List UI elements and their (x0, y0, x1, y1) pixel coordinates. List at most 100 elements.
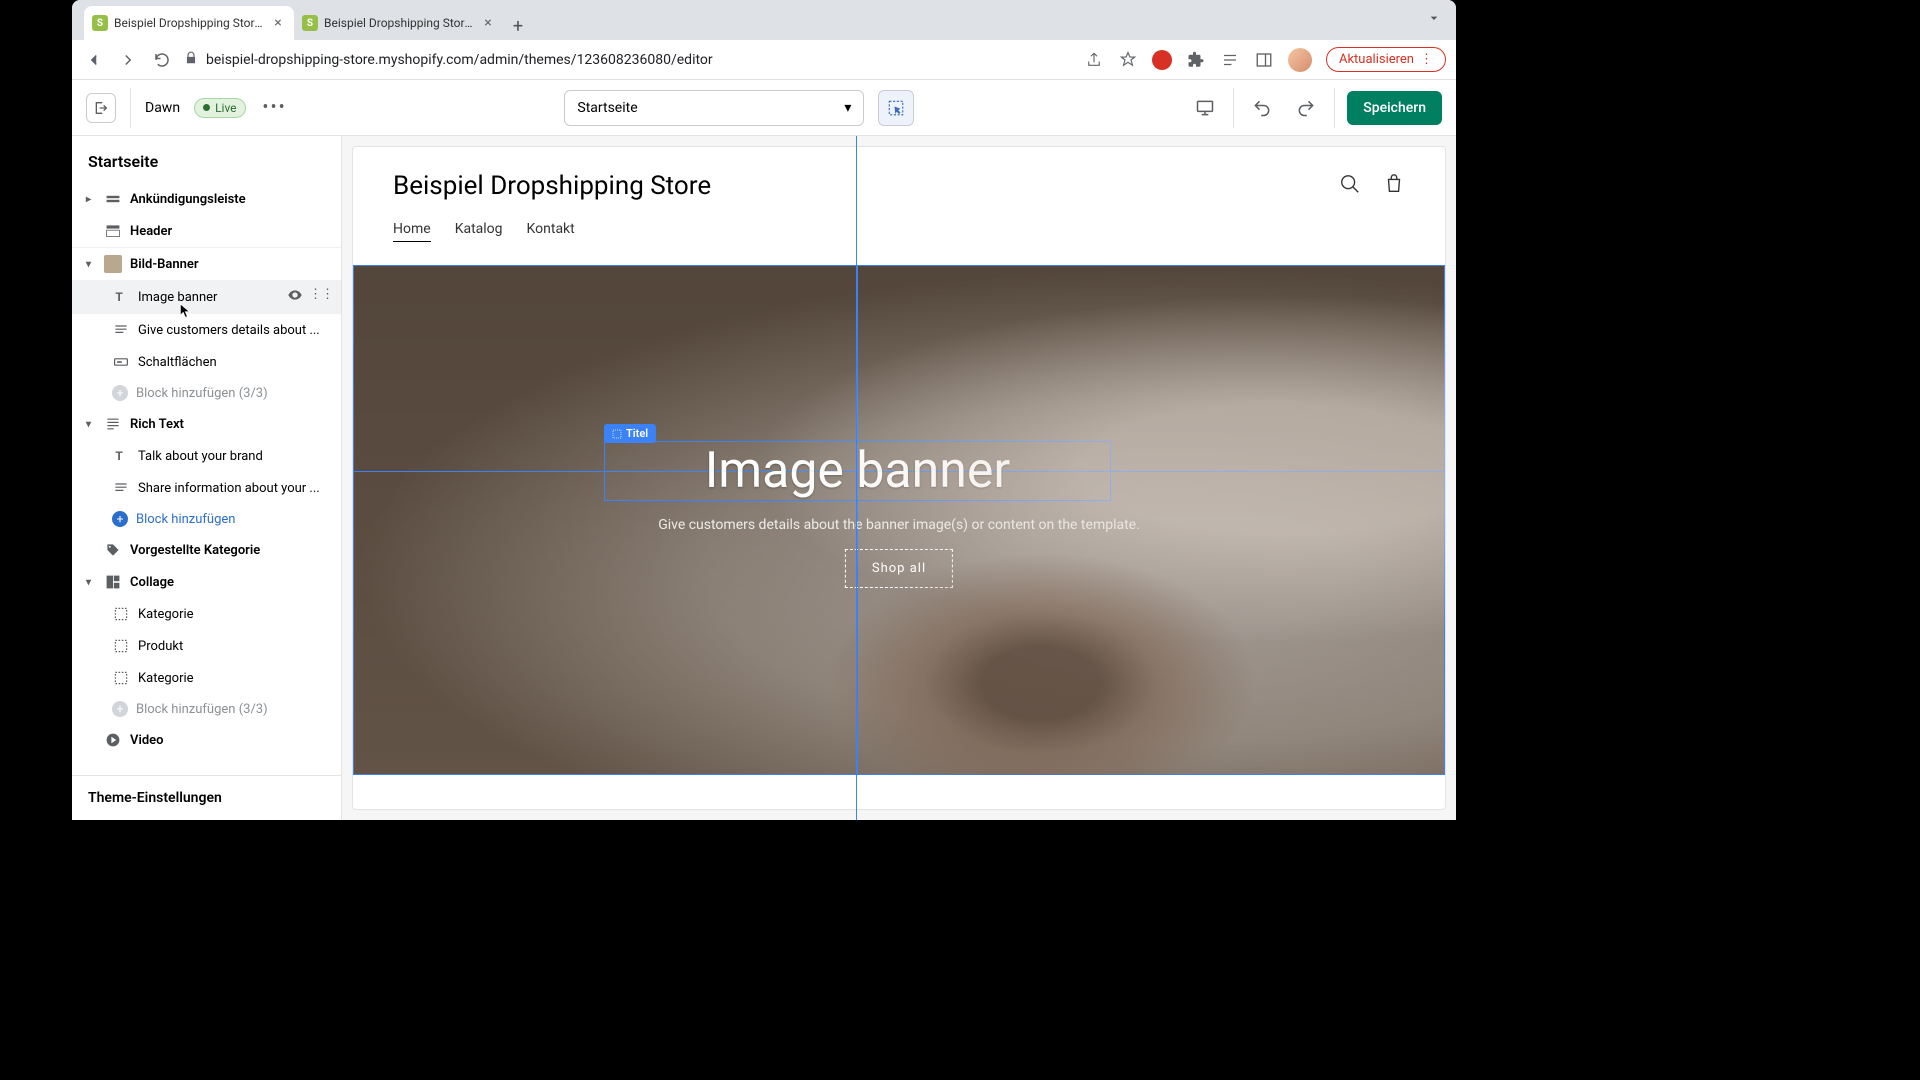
extensions-puzzle-icon[interactable] (1186, 50, 1206, 70)
section-image-banner[interactable]: ▾ Bild-Banner (72, 248, 341, 280)
share-icon[interactable] (1084, 50, 1104, 70)
add-block-disabled: + Block hinzufügen (3/3) (72, 694, 341, 724)
section-label: Bild-Banner (130, 257, 333, 272)
tag-icon (104, 541, 122, 559)
add-block-label: Block hinzufügen (136, 512, 333, 527)
tab-close-icon[interactable]: × (480, 15, 496, 31)
banner-title-selection[interactable]: Image banner (604, 441, 1111, 501)
add-block-label: Block hinzufügen (3/3) (136, 702, 333, 717)
lock-icon (184, 51, 198, 69)
block-rich-text-paragraph[interactable]: Share information about your ... (72, 472, 341, 504)
text-block-icon: T (112, 288, 130, 306)
selection-outline (353, 265, 1445, 775)
desktop-view-button[interactable] (1189, 92, 1221, 124)
exit-editor-button[interactable] (86, 93, 116, 123)
section-collage[interactable]: ▾ Collage (72, 566, 341, 598)
block-label: Image banner (138, 290, 279, 305)
block-label: Kategorie (138, 671, 333, 686)
section-header[interactable]: Header (72, 215, 341, 247)
chevron-down-icon: ▾ (844, 100, 851, 116)
live-status-badge: Live (194, 98, 245, 118)
inspector-toggle-button[interactable] (878, 90, 914, 126)
side-panel-icon[interactable] (1254, 50, 1274, 70)
browser-tab-strip: S Beispiel Dropshipping Store · D × S Be… (72, 0, 1456, 40)
cart-bag-icon[interactable] (1383, 173, 1405, 199)
browser-tab-inactive[interactable]: S Beispiel Dropshipping Store · E × (294, 6, 504, 40)
preview-canvas: Beispiel Dropshipping Store Home Katalog… (342, 136, 1456, 820)
shopify-favicon-icon: S (302, 15, 318, 31)
browser-update-button[interactable]: Aktualisieren ⋮ (1326, 47, 1446, 72)
chevron-right-icon[interactable]: ▸ (86, 194, 96, 205)
rich-text-icon (104, 415, 122, 433)
section-rich-text[interactable]: ▾ Rich Text (72, 408, 341, 440)
tab-close-icon[interactable]: × (270, 15, 286, 31)
add-block-button[interactable]: + Block hinzufügen (72, 504, 341, 534)
block-image-banner-text[interactable]: Give customers details about ... (72, 314, 341, 346)
new-tab-button[interactable]: + (504, 12, 532, 40)
block-collage-category[interactable]: Kategorie (72, 598, 341, 630)
divider (1334, 88, 1335, 128)
section-featured-collection[interactable]: Vorgestellte Kategorie (72, 534, 341, 566)
image-banner-section[interactable]: Titel Image banner Give customers detail… (353, 265, 1445, 775)
profile-avatar[interactable] (1288, 48, 1312, 72)
more-actions-button[interactable]: ••• (260, 93, 290, 123)
block-label: Talk about your brand (138, 449, 333, 464)
section-label: Video (130, 733, 333, 748)
block-collage-product[interactable]: Produkt (72, 630, 341, 662)
tab-title: Beispiel Dropshipping Store · E (324, 16, 474, 30)
chevron-down-icon[interactable]: ▾ (86, 419, 96, 430)
theme-settings-button[interactable]: Theme-Einstellungen (72, 775, 341, 820)
page-selector[interactable]: Startseite ▾ (564, 90, 864, 126)
nav-katalog[interactable]: Katalog (455, 221, 503, 242)
reading-list-icon[interactable] (1220, 50, 1240, 70)
browser-tab-active[interactable]: S Beispiel Dropshipping Store · D × (84, 6, 294, 40)
section-label: Ankündigungsleiste (130, 192, 333, 207)
chevron-down-icon[interactable]: ▾ (86, 259, 96, 270)
tabs-dropdown-icon[interactable] (1426, 10, 1442, 30)
banner-subtitle: Give customers details about the banner … (353, 517, 1445, 533)
extension-circle-icon[interactable] (1152, 50, 1172, 70)
visibility-eye-icon[interactable] (287, 287, 303, 307)
editor-toolbar: Dawn Live ••• Startseite ▾ Speichern (72, 80, 1456, 136)
section-video[interactable]: Video (72, 724, 341, 756)
theme-name: Dawn (145, 100, 180, 116)
block-collage-category-2[interactable]: Kategorie (72, 662, 341, 694)
banner-title: Image banner (705, 442, 1011, 500)
nav-kontakt[interactable]: Kontakt (527, 221, 575, 242)
section-icon (104, 190, 122, 208)
divider (130, 88, 131, 128)
image-icon (104, 255, 122, 273)
svg-text:T: T (115, 290, 123, 304)
search-icon[interactable] (1339, 173, 1361, 199)
tab-title: Beispiel Dropshipping Store · D (114, 16, 264, 30)
reload-button[interactable] (150, 48, 174, 72)
section-label: Collage (130, 575, 333, 590)
redo-button[interactable] (1290, 92, 1322, 124)
back-button[interactable] (82, 48, 106, 72)
nav-home[interactable]: Home (393, 221, 431, 242)
placeholder-icon (112, 637, 130, 655)
bookmark-star-icon[interactable] (1118, 50, 1138, 70)
undo-button[interactable] (1246, 92, 1278, 124)
block-image-banner-title[interactable]: T Image banner ⋮⋮ (72, 280, 341, 314)
plus-circle-icon: + (112, 701, 128, 717)
sidebar-title: Startseite (72, 136, 341, 183)
store-name: Beispiel Dropshipping Store (393, 171, 1405, 201)
address-bar[interactable]: beispiel-dropshipping-store.myshopify.co… (184, 51, 1074, 69)
save-button[interactable]: Speichern (1347, 91, 1442, 125)
drag-handle-icon[interactable]: ⋮⋮ (309, 287, 333, 307)
paragraph-icon (112, 479, 130, 497)
banner-shop-button[interactable]: Shop all (845, 549, 953, 588)
url-text: beispiel-dropshipping-store.myshopify.co… (206, 52, 713, 68)
storefront-preview[interactable]: Beispiel Dropshipping Store Home Katalog… (352, 146, 1446, 810)
guide-line-vertical (857, 265, 858, 775)
forward-button[interactable] (116, 48, 140, 72)
chevron-down-icon[interactable]: ▾ (86, 577, 96, 588)
block-rich-text-heading[interactable]: T Talk about your brand (72, 440, 341, 472)
placeholder-icon (112, 669, 130, 687)
svg-text:T: T (115, 449, 123, 463)
section-announcement-bar[interactable]: ▸ Ankündigungsleiste (72, 183, 341, 215)
block-image-banner-buttons[interactable]: Schaltflächen (72, 346, 341, 378)
collage-icon (104, 573, 122, 591)
block-label: Give customers details about ... (138, 323, 333, 338)
